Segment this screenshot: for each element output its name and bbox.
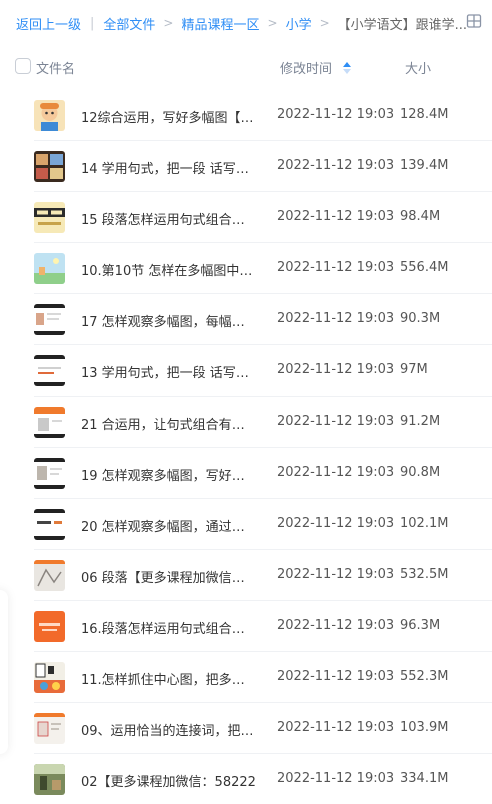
file-modified-time: 2022-11-12 19:03 xyxy=(277,260,395,276)
file-list: 12综合运用，写好多幅图【更多课程加微信 2022-11-12 19:03 128.… xyxy=(0,90,492,804)
file-size: 139.4M xyxy=(400,158,449,174)
file-row[interactable]: 17 怎样观察多幅图，每幅图写具体 2022-11-12 19:03 90.3M xyxy=(0,294,492,346)
file-row[interactable]: 06 段落【更多课程加微信：58222 2022-11-12 19:03 532.5… xyxy=(0,550,492,602)
file-modified-time: 2022-11-12 19:03 xyxy=(277,515,395,531)
file-name[interactable]: 02【更多课程加微信：58222 xyxy=(81,771,257,790)
file-modified-time: 2022-11-12 19:03 xyxy=(277,413,395,429)
video-thumbnail xyxy=(34,764,65,796)
file-row[interactable]: 13 学用句式，把一段 话写具体 2022-11-12 19:03 97M xyxy=(0,345,492,397)
file-modified-time: 2022-11-12 19:03 xyxy=(277,566,395,582)
video-thumbnail xyxy=(34,610,65,642)
chevron-right-icon: > xyxy=(163,16,174,30)
file-row[interactable]: 10.第10节 怎样在多幅图中找到主线 2022-11-12 19:03 556.4… xyxy=(0,243,492,295)
breadcrumb-divider: | xyxy=(90,15,95,31)
file-row[interactable]: 19 怎样观察多幅图，写好每幅图 2022-11-12 19:03 90.8M xyxy=(0,448,492,499)
file-row[interactable]: 20 怎样观察多幅图，通过句式组合 2022-11-12 19:03 102.1M xyxy=(0,499,492,550)
video-thumbnail xyxy=(34,559,65,591)
file-modified-time: 2022-11-12 19:03 xyxy=(277,617,395,633)
file-list-header: 文件名 修改时间 大小 xyxy=(0,50,492,84)
file-name[interactable]: 14 学用句式，把一段 话写具体 xyxy=(81,158,257,177)
file-name[interactable]: 21 合运用，让句式组合有逻辑 xyxy=(81,414,257,433)
file-size: 90.3M xyxy=(400,311,441,327)
file-name[interactable]: 09、运用恰当的连接词，把几幅图连起来 xyxy=(81,720,257,739)
column-header-name[interactable]: 文件名 xyxy=(36,58,75,77)
file-name[interactable]: 12综合运用，写好多幅图【更多课程加微信 xyxy=(81,107,257,126)
file-size: 90.8M xyxy=(400,464,441,480)
file-name[interactable]: 11.怎样抓住中心图，把多幅画写完整 xyxy=(81,669,257,688)
file-modified-time: 2022-11-12 19:03 xyxy=(277,669,395,685)
file-row[interactable]: 15 段落怎样运用句式组合写好一段话 2022-11-12 19:03 98.4M xyxy=(0,192,492,244)
sort-icon[interactable] xyxy=(342,61,352,75)
video-thumbnail xyxy=(34,253,65,285)
file-size: 98.4M xyxy=(400,209,441,225)
file-name[interactable]: 13 学用句式，把一段 话写具体 xyxy=(81,362,257,381)
video-thumbnail xyxy=(34,457,65,489)
side-panel-handle[interactable] xyxy=(0,590,8,754)
file-size: 97M xyxy=(400,362,428,378)
file-modified-time: 2022-11-12 19:03 xyxy=(277,209,395,225)
file-modified-time: 2022-11-12 19:03 xyxy=(277,107,395,122)
file-name[interactable]: 20 怎样观察多幅图，通过句式组合 xyxy=(81,516,257,535)
video-thumbnail xyxy=(34,713,65,745)
video-thumbnail xyxy=(34,100,65,131)
file-row[interactable]: 21 合运用，让句式组合有逻辑 2022-11-12 19:03 91.2M xyxy=(0,397,492,448)
file-name[interactable]: 06 段落【更多课程加微信：58222 xyxy=(81,567,257,586)
file-size: 96.3M xyxy=(400,617,441,633)
chevron-right-icon: > xyxy=(319,16,330,30)
breadcrumb: 返回上一级 | 全部文件 > 精品课程一区 > 小学 > 【小学语文】跟谁学..… xyxy=(16,12,467,34)
column-header-time-label: 修改时间 xyxy=(280,62,333,77)
file-size: 91.2M xyxy=(400,413,441,429)
file-name[interactable]: 16.段落怎样运用句式组合写好一段话 xyxy=(81,618,257,637)
file-modified-time: 2022-11-12 19:03 xyxy=(277,720,395,736)
column-header-size[interactable]: 大小 xyxy=(405,58,431,77)
grid-view-icon[interactable] xyxy=(466,13,482,29)
video-thumbnail xyxy=(34,202,65,234)
file-size: 103.9M xyxy=(400,720,449,736)
file-row[interactable]: 02【更多课程加微信：58222 2022-11-12 19:03 334.1M xyxy=(0,754,492,804)
file-size: 556.4M xyxy=(400,260,449,276)
file-row[interactable]: 11.怎样抓住中心图，把多幅画写完整 2022-11-12 19:03 552.3M xyxy=(0,652,492,704)
file-modified-time: 2022-11-12 19:03 xyxy=(277,158,395,174)
video-thumbnail xyxy=(34,406,65,438)
breadcrumb-current: 【小学语文】跟谁学... xyxy=(337,17,468,33)
video-thumbnail xyxy=(34,508,65,540)
file-modified-time: 2022-11-12 19:03 xyxy=(277,464,395,480)
file-name[interactable]: 10.第10节 怎样在多幅图中找到主线 xyxy=(81,260,257,279)
video-thumbnail xyxy=(34,355,65,387)
chevron-right-icon: > xyxy=(267,16,278,30)
file-row[interactable]: 12综合运用，写好多幅图【更多课程加微信 2022-11-12 19:03 128.… xyxy=(0,90,492,142)
file-modified-time: 2022-11-12 19:03 xyxy=(277,311,395,327)
video-thumbnail xyxy=(34,151,65,183)
file-row[interactable]: 14 学用句式，把一段 话写具体 2022-11-12 19:03 139.4M xyxy=(0,141,492,193)
file-size: 552.3M xyxy=(400,669,449,685)
breadcrumb-premium-zone[interactable]: 精品课程一区 xyxy=(181,14,259,33)
file-name[interactable]: 15 段落怎样运用句式组合写好一段话 xyxy=(81,209,257,228)
breadcrumb-primary[interactable]: 小学 xyxy=(286,14,312,33)
file-size: 334.1M xyxy=(400,771,449,787)
file-size: 102.1M xyxy=(400,515,449,531)
file-modified-time: 2022-11-12 19:03 xyxy=(277,771,395,787)
column-header-time[interactable]: 修改时间 xyxy=(280,58,352,77)
file-size: 128.4M xyxy=(400,107,449,122)
file-row[interactable]: 09、运用恰当的连接词，把几幅图连起来 2022-11-12 19:03 103.9… xyxy=(0,703,492,755)
file-name[interactable]: 19 怎样观察多幅图，写好每幅图 xyxy=(81,465,257,484)
file-size: 532.5M xyxy=(400,566,449,582)
back-link[interactable]: 返回上一级 xyxy=(16,14,81,33)
file-row[interactable]: 16.段落怎样运用句式组合写好一段话 2022-11-12 19:03 96.3M xyxy=(0,601,492,653)
video-thumbnail xyxy=(34,662,65,694)
breadcrumb-all-files[interactable]: 全部文件 xyxy=(103,14,155,33)
file-modified-time: 2022-11-12 19:03 xyxy=(277,362,395,378)
file-name[interactable]: 17 怎样观察多幅图，每幅图写具体 xyxy=(81,311,257,330)
select-all-checkbox[interactable] xyxy=(15,58,31,74)
video-thumbnail xyxy=(34,304,65,336)
